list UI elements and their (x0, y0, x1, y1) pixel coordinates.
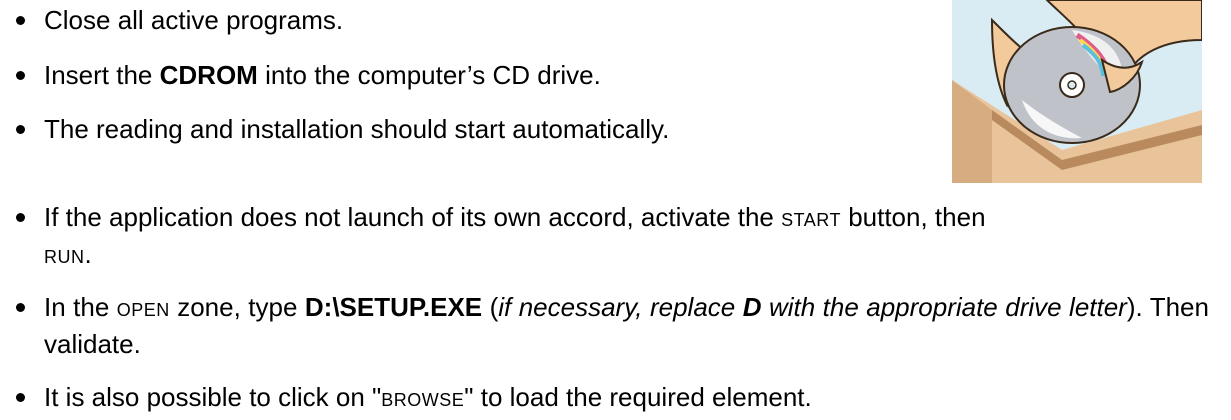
bullet-icon (16, 213, 25, 222)
bullet-icon (16, 303, 25, 312)
bullet-icon (16, 393, 25, 402)
cdrom-term: CDROM (159, 60, 258, 90)
step-text: The reading and installation should star… (44, 114, 670, 144)
setup-command: D:\SETUP.EXE (304, 292, 483, 322)
step-text: In the OPEN zone, type D:\SETUP.EXE (if … (44, 292, 1209, 359)
drive-letter: D (742, 292, 762, 322)
browse-label: BROWSE (381, 390, 465, 410)
bullet-icon (16, 16, 25, 25)
start-button-label: START (781, 210, 841, 230)
step-text: It is also possible to click on "BROWSE"… (44, 382, 812, 412)
step-text: Close all active programs. (44, 5, 344, 35)
step-text: If the application does not launch of it… (44, 202, 986, 269)
bullet-icon (16, 71, 25, 80)
run-label: RUN (44, 247, 85, 267)
cd-insert-illustration-icon (952, 0, 1202, 183)
step-text: Insert the CDROM into the computer’s CD … (44, 60, 601, 90)
open-zone-label: OPEN (116, 300, 170, 320)
bullet-icon (16, 125, 25, 134)
